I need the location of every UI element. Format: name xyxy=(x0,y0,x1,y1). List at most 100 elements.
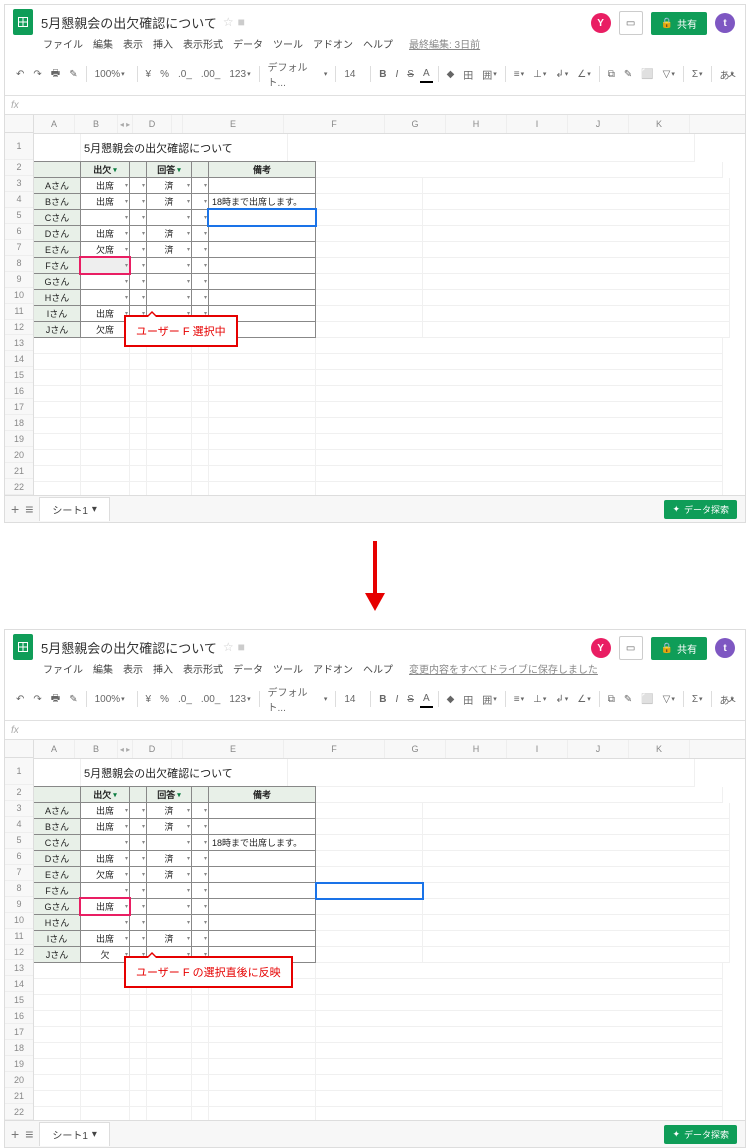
row-header[interactable]: 1 xyxy=(5,133,33,160)
cell[interactable] xyxy=(288,759,695,787)
cell[interactable] xyxy=(191,241,209,258)
name-cell[interactable]: Fさん xyxy=(34,882,81,899)
valign-button[interactable]: ⊥▾ xyxy=(530,692,549,707)
filter-button[interactable]: ▽▾ xyxy=(660,692,678,707)
cell[interactable] xyxy=(316,995,723,1011)
user-avatar[interactable]: t xyxy=(715,638,735,658)
cell[interactable] xyxy=(129,209,147,226)
cell[interactable] xyxy=(316,1027,723,1043)
reply-cell[interactable] xyxy=(146,882,192,899)
row-header[interactable]: 15 xyxy=(5,367,33,383)
cell[interactable] xyxy=(147,1091,192,1107)
cell[interactable] xyxy=(147,995,192,1011)
fill-color-button[interactable]: ◆ xyxy=(444,67,458,82)
cell[interactable] xyxy=(316,1011,723,1027)
row-header[interactable]: 20 xyxy=(5,447,33,463)
selected-cell[interactable] xyxy=(316,883,423,899)
cell[interactable] xyxy=(316,322,423,338)
bold-button[interactable]: B xyxy=(376,692,389,707)
col-header[interactable]: J xyxy=(568,115,629,133)
wrap-button[interactable]: ↲▾ xyxy=(552,67,571,82)
cell[interactable] xyxy=(191,161,209,178)
col-header[interactable]: F xyxy=(284,740,385,758)
halign-button[interactable]: ≡▾ xyxy=(511,692,527,707)
header-attend[interactable]: 出欠 xyxy=(80,161,130,178)
cell[interactable] xyxy=(129,930,147,947)
col-header[interactable]: A xyxy=(34,115,75,133)
note-cell[interactable] xyxy=(208,882,316,899)
cell[interactable] xyxy=(316,178,423,194)
cell[interactable] xyxy=(34,1011,81,1027)
add-sheet-button[interactable]: + xyxy=(11,501,19,517)
chart-button[interactable]: ⬜ xyxy=(638,67,656,82)
row-header[interactable]: 9 xyxy=(5,272,33,288)
comment-button[interactable]: ✎ xyxy=(621,67,635,82)
cell[interactable] xyxy=(423,194,730,210)
note-cell[interactable] xyxy=(208,850,316,867)
reply-cell[interactable] xyxy=(146,914,192,931)
attend-cell[interactable]: 欠席 xyxy=(80,866,130,883)
menu-file[interactable]: ファイル xyxy=(43,36,83,51)
cell[interactable] xyxy=(209,466,316,482)
cell[interactable] xyxy=(192,386,209,402)
select-all-corner[interactable] xyxy=(5,115,33,133)
row-header[interactable]: 19 xyxy=(5,431,33,447)
cell[interactable] xyxy=(316,354,723,370)
row-header[interactable]: 11 xyxy=(5,929,33,945)
reply-cell[interactable]: 済 xyxy=(146,850,192,867)
cell[interactable] xyxy=(423,242,730,258)
reply-cell[interactable]: 済 xyxy=(146,225,192,242)
row-header[interactable]: 17 xyxy=(5,1024,33,1040)
note-cell[interactable]: 18時まで出席します。 xyxy=(208,834,316,851)
menu-addons[interactable]: アドオン xyxy=(313,661,353,676)
cell[interactable] xyxy=(316,338,723,354)
cell[interactable] xyxy=(316,1107,723,1120)
cell[interactable] xyxy=(130,354,147,370)
cell[interactable] xyxy=(191,914,209,931)
number-format-select[interactable]: 123▾ xyxy=(226,67,253,82)
cell[interactable] xyxy=(34,1091,81,1107)
cell[interactable] xyxy=(191,193,209,210)
cell[interactable] xyxy=(130,402,147,418)
cell[interactable] xyxy=(423,899,730,915)
cell[interactable] xyxy=(81,338,130,354)
cell[interactable] xyxy=(316,1059,723,1075)
note-cell[interactable]: 18時まで出席します。 xyxy=(208,193,316,210)
menu-help[interactable]: ヘルプ xyxy=(363,661,393,676)
cell[interactable] xyxy=(34,338,81,354)
cell[interactable] xyxy=(147,1075,192,1091)
cell[interactable] xyxy=(34,370,81,386)
cell[interactable] xyxy=(147,354,192,370)
header-attend[interactable]: 出欠 xyxy=(80,786,130,803)
cell[interactable] xyxy=(129,850,147,867)
name-cell[interactable]: Bさん xyxy=(34,193,81,210)
cell[interactable] xyxy=(34,386,81,402)
col-group-toggle-icon[interactable]: ◂ ▸ xyxy=(118,740,133,758)
cell[interactable] xyxy=(81,386,130,402)
cell[interactable] xyxy=(191,177,209,194)
bold-button[interactable]: B xyxy=(376,67,389,82)
all-sheets-button[interactable]: ≡ xyxy=(25,501,33,517)
share-button[interactable]: 🔒 共有 xyxy=(651,637,707,660)
cell[interactable] xyxy=(288,134,695,162)
row-header[interactable]: 1 xyxy=(5,758,33,785)
cell[interactable] xyxy=(81,434,130,450)
cell[interactable] xyxy=(423,274,730,290)
cell[interactable] xyxy=(130,386,147,402)
cell[interactable] xyxy=(209,1091,316,1107)
cell[interactable] xyxy=(191,225,209,242)
row-header[interactable]: 11 xyxy=(5,304,33,320)
cell[interactable] xyxy=(191,786,209,803)
cell[interactable] xyxy=(81,370,130,386)
reply-cell[interactable]: 済 xyxy=(146,177,192,194)
name-cell[interactable]: Dさん xyxy=(34,850,81,867)
note-cell[interactable] xyxy=(208,273,316,290)
cell[interactable] xyxy=(192,1075,209,1091)
cell[interactable] xyxy=(316,418,723,434)
cell[interactable] xyxy=(81,1027,130,1043)
row-header[interactable]: 3 xyxy=(5,801,33,817)
col-header[interactable]: E xyxy=(183,115,284,133)
attend-cell[interactable] xyxy=(80,289,130,306)
note-cell[interactable] xyxy=(208,177,316,194)
name-cell[interactable]: Fさん xyxy=(34,257,81,274)
